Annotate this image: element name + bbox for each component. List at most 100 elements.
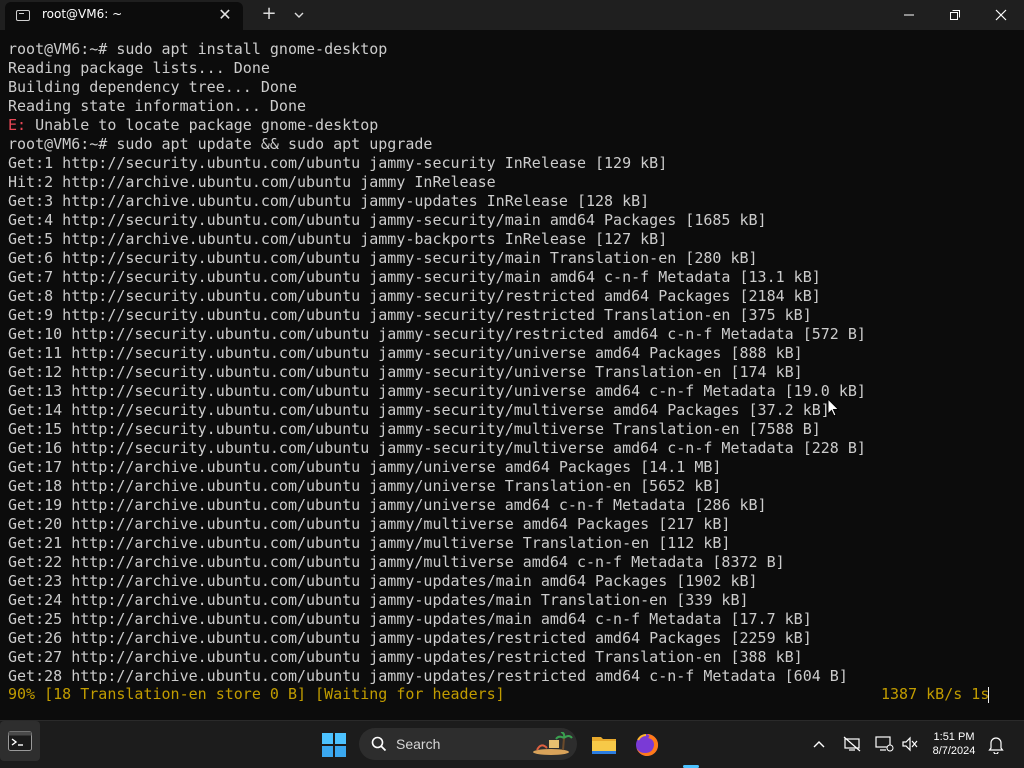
terminal-output[interactable]: root@VM6:~# sudo apt install gnome-deskt…	[0, 30, 1024, 720]
terminal-line-text: Unable to locate package gnome-desktop	[26, 116, 379, 134]
mouse-pointer-icon	[827, 398, 840, 417]
terminal-line: Get:20 http://archive.ubuntu.com/ubuntu …	[8, 515, 866, 534]
terminal-line-text: Get:5 http://archive.ubuntu.com/ubuntu j…	[8, 230, 668, 248]
windows-start-icon[interactable]	[322, 733, 346, 757]
error-prefix: E:	[8, 116, 27, 134]
bell-icon[interactable]	[988, 736, 1004, 754]
title-bar: root@VM6: ~ ✕ +	[0, 0, 1024, 30]
terminal-line-text: Get:25 http://archive.ubuntu.com/ubuntu …	[8, 610, 812, 628]
terminal-line: Get:17 http://archive.ubuntu.com/ubuntu …	[8, 458, 866, 477]
terminal-line-text: Get:3 http://archive.ubuntu.com/ubuntu j…	[8, 192, 650, 210]
terminal-line: Get:18 http://archive.ubuntu.com/ubuntu …	[8, 477, 866, 496]
terminal-line-text: Get:21 http://archive.ubuntu.com/ubuntu …	[8, 534, 731, 552]
vpn-icon[interactable]	[874, 735, 894, 753]
terminal-line: Get:13 http://security.ubuntu.com/ubuntu…	[8, 382, 866, 401]
search-label: Search	[396, 736, 441, 752]
terminal-line: Building dependency tree... Done	[8, 78, 866, 97]
terminal-app-icon	[8, 731, 32, 751]
terminal-line: Get:1 http://security.ubuntu.com/ubuntu …	[8, 154, 866, 173]
terminal-line-text: root@VM6:~# sudo apt install gnome-deskt…	[8, 40, 388, 58]
terminal-line: Get:22 http://archive.ubuntu.com/ubuntu …	[8, 553, 866, 572]
terminal-line-text: Get:22 http://archive.ubuntu.com/ubuntu …	[8, 553, 785, 571]
system-clock[interactable]: 1:51 PM 8/7/2024	[925, 730, 983, 758]
terminal-line-text: Get:9 http://security.ubuntu.com/ubuntu …	[8, 306, 812, 324]
taskbar-search-box[interactable]: Search	[359, 728, 577, 760]
tab-title: root@VM6: ~	[42, 7, 123, 21]
speaker-muted-icon[interactable]	[901, 736, 919, 752]
terminal-line: Get:27 http://archive.ubuntu.com/ubuntu …	[8, 648, 866, 667]
terminal-line: root@VM6:~# sudo apt update && sudo apt …	[8, 135, 866, 154]
terminal-line-text: Get:11 http://security.ubuntu.com/ubuntu…	[8, 344, 803, 362]
text-cursor	[988, 687, 989, 703]
terminal-line-text: root@VM6:~# sudo apt update && sudo apt …	[8, 135, 433, 153]
terminal-line-text: Get:28 http://archive.ubuntu.com/ubuntu …	[8, 667, 848, 685]
close-window-button[interactable]	[978, 0, 1024, 30]
terminal-line: Hit:2 http://archive.ubuntu.com/ubuntu j…	[8, 173, 866, 192]
network-disconnected-icon[interactable]	[843, 736, 861, 752]
terminal-line-text: Get:14 http://security.ubuntu.com/ubuntu…	[8, 401, 830, 419]
terminal-line-text: Get:8 http://security.ubuntu.com/ubuntu …	[8, 287, 821, 305]
terminal-line: Get:28 http://archive.ubuntu.com/ubuntu …	[8, 667, 866, 686]
terminal-line-text: Get:23 http://archive.ubuntu.com/ubuntu …	[8, 572, 758, 590]
clock-date: 8/7/2024	[932, 745, 976, 757]
file-explorer-icon[interactable]	[590, 731, 618, 759]
terminal-line: Get:16 http://security.ubuntu.com/ubuntu…	[8, 439, 866, 458]
terminal-line-text: Get:13 http://security.ubuntu.com/ubuntu…	[8, 382, 866, 400]
terminal-line: Get:14 http://security.ubuntu.com/ubuntu…	[8, 401, 866, 420]
terminal-line-text: Get:6 http://security.ubuntu.com/ubuntu …	[8, 249, 758, 267]
search-icon	[371, 736, 387, 752]
terminal-line-text: Get:4 http://security.ubuntu.com/ubuntu …	[8, 211, 767, 229]
restore-button[interactable]	[932, 0, 978, 30]
tab-dropdown-chevron-icon[interactable]	[290, 6, 308, 24]
terminal-line-text: Get:12 http://security.ubuntu.com/ubuntu…	[8, 363, 803, 381]
new-tab-button[interactable]: +	[258, 4, 280, 26]
show-hidden-icons-chevron-icon[interactable]	[811, 737, 827, 751]
terminal-line: Get:9 http://security.ubuntu.com/ubuntu …	[8, 306, 866, 325]
terminal-line-text: Get:24 http://archive.ubuntu.com/ubuntu …	[8, 591, 749, 609]
tab-close-icon[interactable]: ✕	[216, 6, 234, 24]
terminal-line-text: Reading state information... Done	[8, 97, 307, 115]
terminal-line: E: Unable to locate package gnome-deskto…	[8, 116, 866, 135]
terminal-line: Get:21 http://archive.ubuntu.com/ubuntu …	[8, 534, 866, 553]
terminal-line-text: Get:16 http://security.ubuntu.com/ubuntu…	[8, 439, 866, 457]
terminal-line-text: Get:1 http://security.ubuntu.com/ubuntu …	[8, 154, 668, 172]
terminal-line: Reading package lists... Done	[8, 59, 866, 78]
terminal-line-text: Get:27 http://archive.ubuntu.com/ubuntu …	[8, 648, 803, 666]
terminal-line-text: Hit:2 http://archive.ubuntu.com/ubuntu j…	[8, 173, 496, 191]
terminal-line-text: Get:10 http://security.ubuntu.com/ubuntu…	[8, 325, 866, 343]
terminal-line-text: Building dependency tree... Done	[8, 78, 297, 96]
terminal-line: Get:11 http://security.ubuntu.com/ubuntu…	[8, 344, 866, 363]
terminal-line: Get:19 http://archive.ubuntu.com/ubuntu …	[8, 496, 866, 515]
clock-time: 1:51 PM	[933, 731, 975, 743]
terminal-app-button[interactable]	[0, 721, 40, 761]
terminal-icon	[16, 10, 30, 21]
taskbar: Search 1:51 PM 8/7/2024	[0, 720, 1024, 768]
progress-status: 90% [18 Translation-en store 0 B] [Waiti…	[8, 685, 505, 703]
terminal-line: Get:12 http://security.ubuntu.com/ubuntu…	[8, 363, 866, 382]
terminal-line-text: Get:15 http://security.ubuntu.com/ubuntu…	[8, 420, 821, 438]
terminal-line: Get:10 http://security.ubuntu.com/ubuntu…	[8, 325, 866, 344]
terminal-line: Get:4 http://security.ubuntu.com/ubuntu …	[8, 211, 866, 230]
terminal-line: Get:8 http://security.ubuntu.com/ubuntu …	[8, 287, 866, 306]
terminal-line-text: Get:26 http://archive.ubuntu.com/ubuntu …	[8, 629, 812, 647]
terminal-line-text: Reading package lists... Done	[8, 59, 270, 77]
terminal-lines: root@VM6:~# sudo apt install gnome-deskt…	[8, 40, 866, 686]
terminal-line-text: Get:18 http://archive.ubuntu.com/ubuntu …	[8, 477, 722, 495]
terminal-line: Get:5 http://archive.ubuntu.com/ubuntu j…	[8, 230, 866, 249]
tab-root-vm6[interactable]: root@VM6: ~ ✕	[5, 2, 243, 30]
terminal-line: root@VM6:~# sudo apt install gnome-deskt…	[8, 40, 866, 59]
terminal-line: Get:6 http://security.ubuntu.com/ubuntu …	[8, 249, 866, 268]
terminal-line: Get:26 http://archive.ubuntu.com/ubuntu …	[8, 629, 866, 648]
terminal-line: Get:3 http://archive.ubuntu.com/ubuntu j…	[8, 192, 866, 211]
terminal-line: Reading state information... Done	[8, 97, 866, 116]
terminal-line: Get:24 http://archive.ubuntu.com/ubuntu …	[8, 591, 866, 610]
terminal-line: Get:15 http://security.ubuntu.com/ubuntu…	[8, 420, 866, 439]
terminal-line: Get:7 http://security.ubuntu.com/ubuntu …	[8, 268, 866, 287]
search-highlight-icon	[533, 732, 573, 755]
minimize-button[interactable]	[886, 0, 932, 30]
terminal-line-text: Get:20 http://archive.ubuntu.com/ubuntu …	[8, 515, 731, 533]
terminal-line-text: Get:17 http://archive.ubuntu.com/ubuntu …	[8, 458, 722, 476]
terminal-line: Get:23 http://archive.ubuntu.com/ubuntu …	[8, 572, 866, 591]
terminal-line-text: Get:19 http://archive.ubuntu.com/ubuntu …	[8, 496, 767, 514]
firefox-icon[interactable]	[633, 731, 661, 759]
